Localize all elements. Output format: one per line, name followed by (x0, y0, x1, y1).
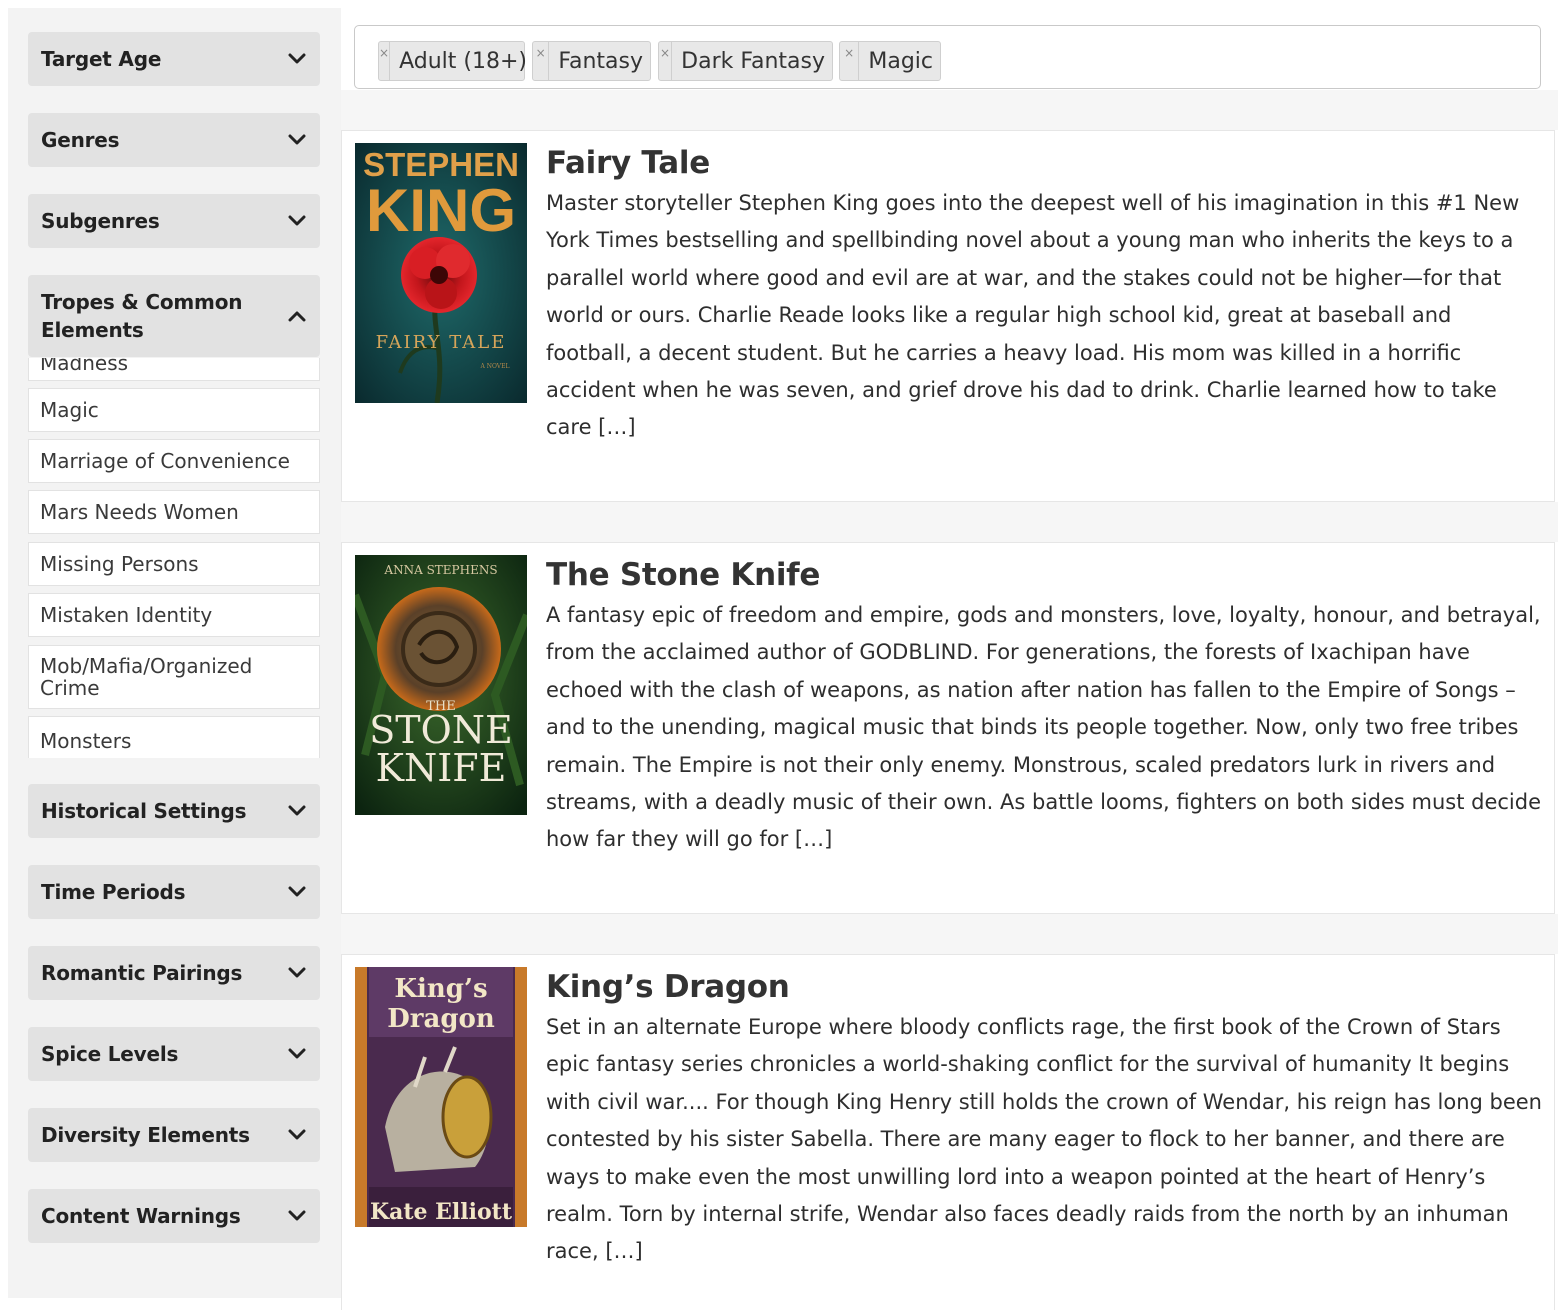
remove-chip-icon[interactable]: × (840, 42, 860, 80)
chevron-down-icon (286, 1205, 308, 1227)
remove-chip-icon[interactable]: × (533, 42, 550, 80)
option-label: Magic (40, 398, 99, 422)
chevron-down-icon (286, 210, 308, 232)
trope-options-list[interactable]: Madness Magic Marriage of Convenience Ma… (28, 358, 320, 758)
chevron-down-icon (286, 800, 308, 822)
active-filters-box[interactable]: × Adult (18+) × Fantasy × Dark Fantasy ×… (354, 25, 1541, 89)
accordion-tropes[interactable]: Tropes & Common Elements (28, 275, 320, 357)
book-description: A fantasy epic of freedom and empire, go… (546, 603, 1542, 852)
accordion-label: Historical Settings (41, 799, 247, 823)
accordion-time-periods[interactable]: Time Periods (28, 865, 320, 919)
chevron-down-icon (286, 881, 308, 903)
accordion-diversity-elements[interactable]: Diversity Elements (28, 1108, 320, 1162)
book-description: Set in an alternate Europe where bloody … (546, 1015, 1542, 1264)
accordion-label: Time Periods (41, 880, 186, 904)
trope-option-magic[interactable]: Magic (28, 388, 320, 432)
separator-band (341, 914, 1558, 954)
accordion-genres[interactable]: Genres (28, 113, 320, 167)
accordion-historical-settings[interactable]: Historical Settings (28, 784, 320, 838)
book-card: ANNA STEPHENS THE STONE KNIFE The Stone … (341, 542, 1555, 914)
filter-chip-adult: × Adult (18+) (378, 41, 527, 81)
book-card: STEPHEN KING FAIRY TALE A NOVEL Fairy Ta… (341, 130, 1555, 502)
accordion-subgenres[interactable]: Subgenres (28, 194, 320, 248)
trope-option-mob-mafia[interactable]: Mob/Mafia/Organized Crime (28, 645, 320, 709)
chip-label: Fantasy (558, 48, 643, 74)
accordion-romantic-pairings[interactable]: Romantic Pairings (28, 946, 320, 1000)
option-label: Marriage of Convenience (40, 449, 290, 473)
book-cover[interactable]: STEPHEN KING FAIRY TALE A NOVEL (355, 143, 527, 403)
option-label: Mistaken Identity (40, 603, 213, 627)
trope-option-madness[interactable]: Madness (28, 358, 320, 381)
option-label: Madness (40, 358, 129, 375)
book-cover[interactable]: ANNA STEPHENS THE STONE KNIFE (355, 555, 527, 815)
option-label: Mars Needs Women (40, 500, 239, 524)
cover-title-2: KNIFE (376, 746, 507, 790)
accordion-label: Tropes & Common Elements (41, 290, 243, 342)
trope-option-missing-persons[interactable]: Missing Persons (28, 542, 320, 586)
book-cover[interactable]: King’s Dragon Kate Elliott (355, 967, 527, 1227)
filter-chip-fantasy: × Fantasy (532, 41, 651, 81)
cover-author-last: KING (366, 177, 516, 244)
trope-option-marriage-of-convenience[interactable]: Marriage of Convenience (28, 439, 320, 483)
chip-label: Magic (868, 48, 933, 74)
cover-author: ANNA STEPHENS (383, 563, 497, 577)
option-label: Monsters (40, 729, 132, 753)
accordion-label: Diversity Elements (41, 1123, 250, 1147)
accordion-label: Genres (41, 128, 120, 152)
option-label: Missing Persons (40, 552, 199, 576)
remove-chip-icon[interactable]: × (659, 42, 673, 80)
accordion-label: Content Warnings (41, 1204, 241, 1228)
filter-chip-dark-fantasy: × Dark Fantasy (658, 41, 833, 81)
book-title[interactable]: King’s Dragon (546, 969, 790, 1005)
chevron-down-icon (286, 48, 308, 70)
chevron-down-icon (286, 1124, 308, 1146)
accordion-label: Target Age (41, 47, 162, 71)
filter-chip-magic: × Magic (839, 41, 941, 81)
separator-band (341, 90, 1558, 130)
accordion-content-warnings[interactable]: Content Warnings (28, 1189, 320, 1243)
separator-band (341, 502, 1558, 542)
chevron-up-icon (286, 305, 308, 327)
cover-title-1: King’s (394, 974, 487, 1004)
accordion-spice-levels[interactable]: Spice Levels (28, 1027, 320, 1081)
cover-subtitle: A NOVEL (479, 363, 509, 370)
chip-label: Adult (18+) (399, 48, 527, 74)
accordion-label: Spice Levels (41, 1042, 179, 1066)
trope-option-monsters[interactable]: Monsters (28, 716, 320, 758)
book-description: Master storyteller Stephen King goes int… (546, 191, 1520, 440)
book-card: King’s Dragon Kate Elliott King’s Dragon… (341, 954, 1555, 1310)
remove-chip-icon[interactable]: × (379, 42, 391, 80)
cover-title: FAIRY TALE (376, 332, 507, 353)
cover-title-2: Dragon (387, 1004, 495, 1034)
cover-author: Kate Elliott (370, 1199, 513, 1225)
filter-sidebar: Target Age Genres Subgenres Tropes & Com… (8, 8, 341, 1298)
chevron-down-icon (286, 1043, 308, 1065)
book-title[interactable]: The Stone Knife (546, 557, 820, 593)
accordion-target-age[interactable]: Target Age (28, 32, 320, 86)
accordion-label: Subgenres (41, 209, 160, 233)
book-title[interactable]: Fairy Tale (546, 145, 710, 181)
option-label: Mob/Mafia/Organized Crime (40, 654, 253, 700)
trope-option-mistaken-identity[interactable]: Mistaken Identity (28, 593, 320, 637)
chevron-down-icon (286, 962, 308, 984)
trope-option-mars-needs-women[interactable]: Mars Needs Women (28, 490, 320, 534)
accordion-label: Romantic Pairings (41, 961, 243, 985)
chip-label: Dark Fantasy (681, 48, 825, 74)
chevron-down-icon (286, 129, 308, 151)
